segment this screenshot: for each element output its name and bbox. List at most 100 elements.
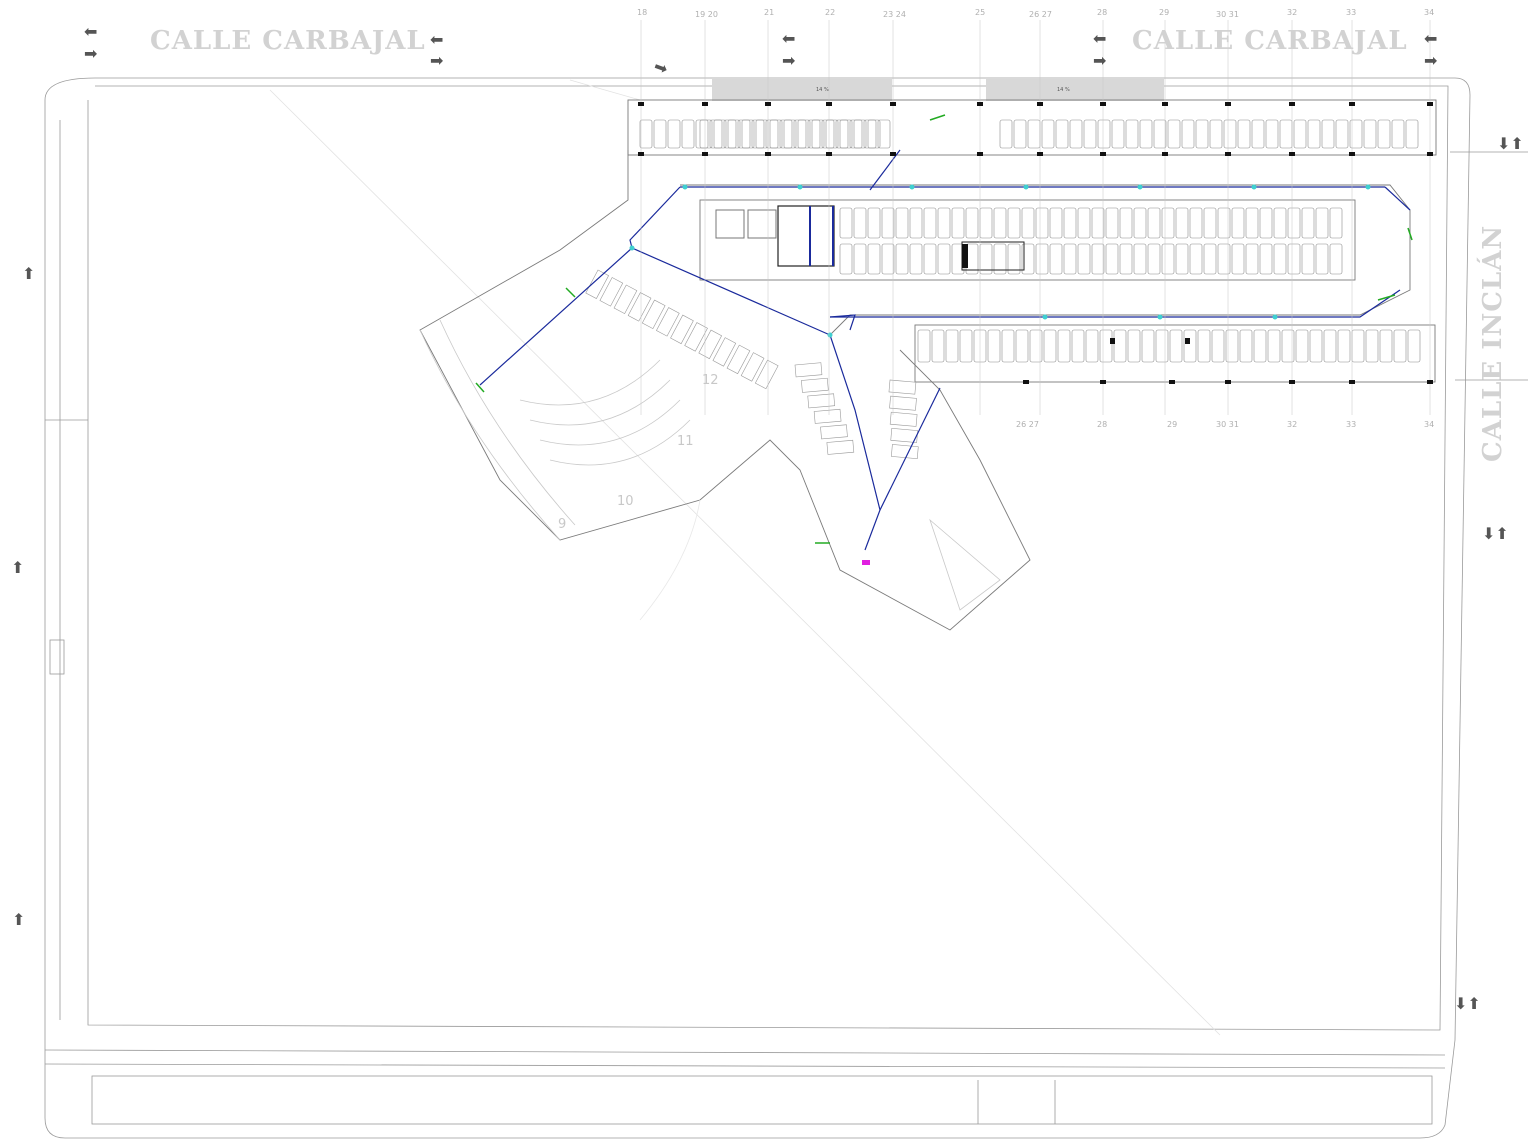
axis-label: 25 — [975, 8, 986, 17]
parking-stall — [1139, 119, 1153, 149]
parking-stall — [1055, 119, 1069, 149]
parking-stall — [1105, 207, 1119, 239]
axis-label: 32 — [1287, 420, 1298, 429]
parking-stall — [937, 207, 951, 239]
parking-stall — [867, 243, 881, 275]
parking-stall — [1119, 207, 1133, 239]
parking-stall — [979, 207, 993, 239]
parking-stall — [1265, 119, 1279, 149]
parking-stall — [1267, 329, 1281, 363]
parking-stall — [1231, 243, 1245, 275]
column-marker — [1289, 380, 1295, 384]
parking-stall — [1287, 207, 1301, 239]
zone-number: 10 — [617, 494, 634, 509]
arrow-left-icon: ⬅ — [430, 30, 444, 49]
parking-stall — [1111, 119, 1125, 149]
column-marker — [702, 102, 708, 106]
parking-stall — [1351, 329, 1365, 363]
pipe-node — [1023, 184, 1029, 190]
parking-stall — [681, 119, 695, 149]
parking-stall — [1133, 207, 1147, 239]
parking-stall — [1153, 119, 1167, 149]
parking-stall — [917, 329, 931, 363]
parking-stall — [1393, 329, 1407, 363]
parking-stall — [999, 119, 1013, 149]
parking-stall — [1063, 207, 1077, 239]
axis-label: 21 — [764, 8, 775, 17]
parking-stall — [853, 243, 867, 275]
column-marker — [1162, 152, 1168, 156]
parking-stall — [1071, 329, 1085, 363]
zone-number: 9 — [558, 517, 567, 532]
arrow-right-icon: ➡ — [84, 44, 98, 63]
arrow-left-icon: ⬅ — [782, 29, 796, 48]
column-marker — [1289, 152, 1295, 156]
arrow-left-icon: ⬅ — [84, 22, 98, 41]
pipe-node — [1137, 184, 1143, 190]
pipe-node — [1042, 314, 1048, 320]
column-marker — [1225, 380, 1231, 384]
parking-stall — [1083, 119, 1097, 149]
parking-stall — [1315, 207, 1329, 239]
street-name-carbajal-left: CALLE CARBAJAL — [150, 26, 426, 56]
pipe-node — [682, 184, 688, 190]
arrow-up-down-icon: ⬇⬆ — [1497, 134, 1524, 153]
ramps — [712, 79, 1164, 101]
column-marker — [1289, 102, 1295, 106]
columns — [638, 102, 1433, 384]
arrow-up-down-icon: ⬇⬆ — [1454, 994, 1481, 1013]
column-marker — [826, 152, 832, 156]
parking-stall — [1315, 243, 1329, 275]
parking-stall — [1155, 329, 1169, 363]
arrow-up-icon: ⬆ — [11, 558, 25, 577]
parking-stall — [1091, 243, 1105, 275]
parking-stall — [667, 119, 681, 149]
column-marker — [1225, 152, 1231, 156]
column-marker — [1349, 102, 1355, 106]
arrow-up-down-icon: ⬇⬆ — [1482, 524, 1509, 543]
parking-stall — [1181, 119, 1195, 149]
axis-label: 26 27 — [1029, 10, 1052, 19]
column-marker — [765, 152, 771, 156]
axis-label: 29 — [1159, 8, 1170, 17]
axis-label: 23 24 — [883, 10, 906, 19]
parking-stall — [1167, 119, 1181, 149]
parking-stall — [931, 329, 945, 363]
parking-stall — [1197, 329, 1211, 363]
parking-stall — [1105, 243, 1119, 275]
pipe-node — [1157, 314, 1163, 320]
parking-stall — [1407, 329, 1421, 363]
parking-stall — [1391, 119, 1405, 149]
parking-stall — [1035, 243, 1049, 275]
pipe-node — [1272, 314, 1278, 320]
parking-stall — [909, 207, 923, 239]
parking-stall — [895, 207, 909, 239]
parking-stall — [923, 207, 937, 239]
parking-stall — [1195, 119, 1209, 149]
arrow-left-icon: ⬅ — [1424, 29, 1438, 48]
column-marker — [1427, 152, 1433, 156]
pipe-node — [629, 245, 635, 251]
axis-label: 19 20 — [695, 10, 718, 19]
stair-cores — [715, 205, 1190, 344]
parking-stall — [639, 119, 653, 149]
parking-stall — [1203, 207, 1217, 239]
parking-stall — [1085, 329, 1099, 363]
axis-label: 30 31 — [1216, 420, 1239, 429]
parking-stall — [1301, 243, 1315, 275]
column-marker — [1100, 102, 1106, 106]
parking-stall — [1273, 207, 1287, 239]
parking-stall — [1223, 119, 1237, 149]
parking-stall — [965, 207, 979, 239]
parking-stall — [1209, 119, 1223, 149]
parking-stall — [1329, 243, 1343, 275]
parking-stall — [1049, 207, 1063, 239]
parking-stall — [1189, 207, 1203, 239]
parking-stall — [1127, 329, 1141, 363]
column-marker — [826, 102, 832, 106]
arrow-left-icon: ⬅ — [1093, 29, 1107, 48]
parking-stall — [1021, 207, 1035, 239]
parking-stall — [1203, 243, 1217, 275]
parking-stall — [1365, 329, 1379, 363]
parking-stall — [839, 243, 853, 275]
